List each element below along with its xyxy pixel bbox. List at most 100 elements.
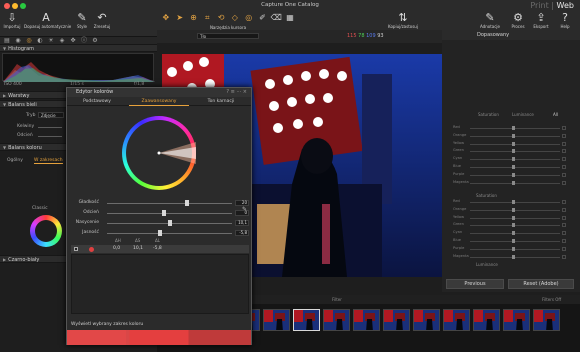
hsl-value-box[interactable] [562,133,566,138]
hsl-slider-track[interactable] [470,241,560,242]
hsl-slider-track[interactable] [470,256,560,258]
hsl-value-box[interactable] [562,231,566,236]
spot-removal-icon[interactable]: ◎ [243,11,255,24]
hsl-slider-knob[interactable] [512,149,515,154]
hsl-value-box[interactable] [562,126,566,130]
color-range-wedge[interactable] [122,116,196,190]
detail-tab-icon[interactable]: ◈ [58,37,66,44]
hsl-slider-knob[interactable] [512,133,515,138]
cb-general-tab[interactable]: Ogólny [7,158,23,163]
hsl-slider-row[interactable]: Magenta [448,180,572,186]
hsl-slider-row[interactable]: Yellow [448,141,572,147]
hsl-slider-row[interactable]: Red [448,125,572,131]
hsl-value-box[interactable] [562,141,566,146]
library-tab-icon[interactable]: ▤ [3,37,11,44]
tab-saturation[interactable]: Saturation [478,112,499,117]
tab-luminance[interactable]: Luminance [512,112,534,117]
hsl-slider-knob[interactable] [512,239,515,243]
hsl-slider-track[interactable] [470,135,560,137]
adjust-tab-icon[interactable]: ✥ [69,37,77,44]
hsl-slider-row[interactable]: Purple [448,246,572,252]
filter-label[interactable]: Filter [332,295,342,304]
hsl-slider-row[interactable]: Magenta [448,254,572,260]
hsl-value-box[interactable] [562,239,566,243]
adjust-value-field[interactable]: 0 [235,210,249,216]
cb-ranges-tab[interactable]: W zakresach [34,158,63,164]
zoom-tool-icon[interactable]: ⊕ [188,11,200,24]
hsl-slider-knob[interactable] [512,246,515,251]
gradient-tool-icon[interactable]: ▦ [284,11,296,24]
tab-all[interactable]: All [553,112,558,117]
select-tool-icon[interactable]: ➤ [174,11,186,24]
hsl-slider-track[interactable] [470,233,560,235]
keystone-tool-icon[interactable]: ◇ [229,11,241,24]
hsl-slider-row[interactable]: Cyan [448,156,572,162]
hsl-value-box[interactable] [562,165,566,169]
copy-apply-button[interactable]: ⇅ Kopiuj/zastosuj [380,11,426,29]
hsl-slider-row[interactable]: Cyan [448,230,572,236]
color-wheel[interactable] [122,116,196,190]
hsl-value-box[interactable] [562,207,566,212]
hsl-slider-knob[interactable] [512,157,515,162]
hsl-slider-row[interactable]: Green [448,148,572,154]
process-button[interactable]: ⚙ Proces [508,11,528,29]
thumbnail[interactable] [383,309,410,331]
hsl-slider-track[interactable] [470,202,560,203]
tab-advanced[interactable]: Zaawansowany [129,97,189,106]
hsl-slider-knob[interactable] [512,126,515,130]
eraser-tool-icon[interactable]: ⌫ [270,11,282,24]
metadata-tab-icon[interactable]: ⓘ [80,37,88,44]
hsl-slider-track[interactable] [470,167,560,168]
filters-off-button[interactable]: Filters Off [542,295,561,304]
hsl-slider-row[interactable]: Yellow [448,215,572,221]
adjust-slider[interactable] [107,233,232,234]
hsl-slider-track[interactable] [470,151,560,153]
color-editor-title[interactable]: Edytor kolorów ? ≡ ··· × [67,88,251,97]
hsl-slider-knob[interactable] [512,172,515,177]
web-mode-tab[interactable]: Web [557,1,574,10]
thumbnail[interactable] [263,309,290,331]
output-tab-icon[interactable]: ⚙ [91,37,99,44]
pan-tool-icon[interactable]: ✥ [160,11,172,24]
adjust-value-field[interactable]: -5,8 [235,230,249,236]
hsl-slider-track[interactable] [470,182,560,184]
thumbnail[interactable] [323,309,350,331]
reset-adobe-button[interactable]: Reset (Adobe) [508,279,574,289]
brush-tool-icon[interactable]: ✐ [257,11,269,24]
adjust-slider-knob[interactable] [162,210,166,216]
hsl-slider-row[interactable]: Blue [448,238,572,244]
hsl-slider-track[interactable] [470,143,560,145]
hsl-value-box[interactable] [562,180,566,185]
annotations-button[interactable]: ✎ Adnotacje [477,11,503,29]
hsl-slider-track[interactable] [470,209,560,211]
hsl-slider-track[interactable] [470,225,560,227]
layer-select[interactable]: Tło [197,33,259,39]
thumbnail[interactable] [413,309,440,331]
hsl-slider-knob[interactable] [512,165,515,169]
adjust-value-field[interactable]: 10,1 [235,220,249,226]
adjust-slider-knob[interactable] [184,200,189,206]
color-balance-wheel[interactable] [30,215,62,247]
adjust-value-field[interactable]: 20 [235,200,249,206]
reset-button[interactable]: ↶ Zresetuj [92,11,112,29]
capture-tab-icon[interactable]: ◉ [14,37,22,44]
histogram-header[interactable]: ▼ Histogram [0,44,157,52]
lens-tab-icon[interactable]: ◎ [25,37,33,44]
hsl-slider-track[interactable] [470,159,560,161]
hsl-slider-knob[interactable] [512,223,515,228]
adjustment-preset[interactable]: Dopasowany [442,30,580,40]
thumbnail[interactable] [293,309,320,331]
hsl-value-box[interactable] [562,254,566,259]
hsl-value-box[interactable] [562,200,566,204]
show-range-label[interactable]: Wyświetl wybrany zakres koloru [71,322,143,327]
hsl-slider-knob[interactable] [512,231,515,236]
correction-checkbox[interactable] [74,247,78,251]
hsl-slider-row[interactable]: Red [448,199,572,205]
previous-button[interactable]: Previous [446,279,504,289]
exposure-tab-icon[interactable]: ☀ [47,37,55,44]
hsl-slider-row[interactable]: Purple [448,172,572,178]
tab-basic[interactable]: Podstawowy [67,97,127,106]
thumbnail[interactable] [443,309,470,331]
hsl-value-box[interactable] [562,246,566,251]
auto-adjust-button[interactable]: A Dopasuj automatycznie [24,11,71,29]
